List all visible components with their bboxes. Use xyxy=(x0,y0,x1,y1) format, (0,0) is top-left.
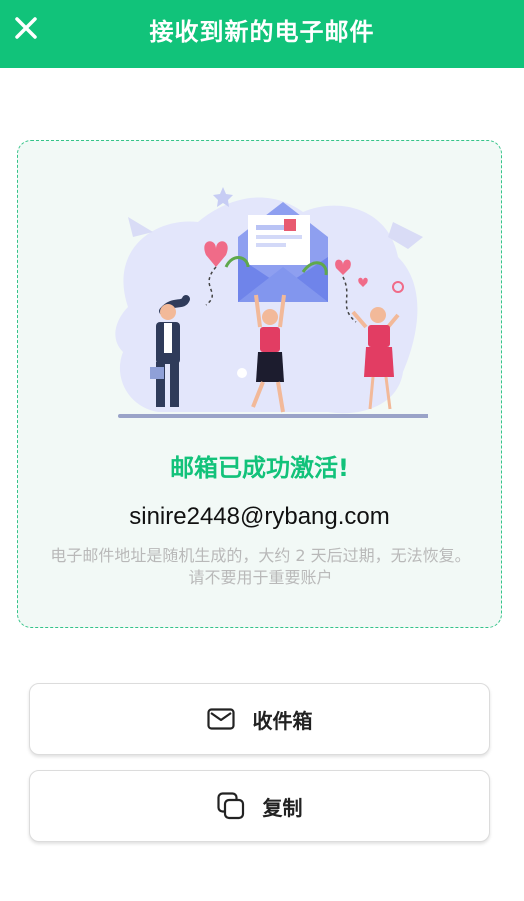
inbox-button[interactable]: 收件箱 xyxy=(29,683,490,755)
email-address: sinire2448@rybang.com xyxy=(129,503,390,530)
close-icon xyxy=(15,17,37,39)
mailbox-card: 邮箱已成功激活! sinire2448@rybang.com 电子邮件地址是随机… xyxy=(17,140,502,628)
close-button[interactable] xyxy=(10,12,42,44)
copy-icon xyxy=(216,792,245,820)
expiry-hint: 电子邮件地址是随机生成的，大约 2 天后过期，无法恢复。请不要用于重要账户 xyxy=(50,546,471,587)
page-title: 接收到新的电子邮件 xyxy=(149,17,375,46)
mail-icon xyxy=(206,705,235,733)
inbox-button-label: 收件箱 xyxy=(252,708,313,733)
app-header: 接收到新的电子邮件 xyxy=(0,0,524,68)
copy-button-label: 复制 xyxy=(262,795,303,820)
copy-button[interactable]: 复制 xyxy=(29,770,490,842)
mailbox-illustration xyxy=(115,187,428,418)
success-title: 邮箱已成功激活! xyxy=(170,454,349,482)
